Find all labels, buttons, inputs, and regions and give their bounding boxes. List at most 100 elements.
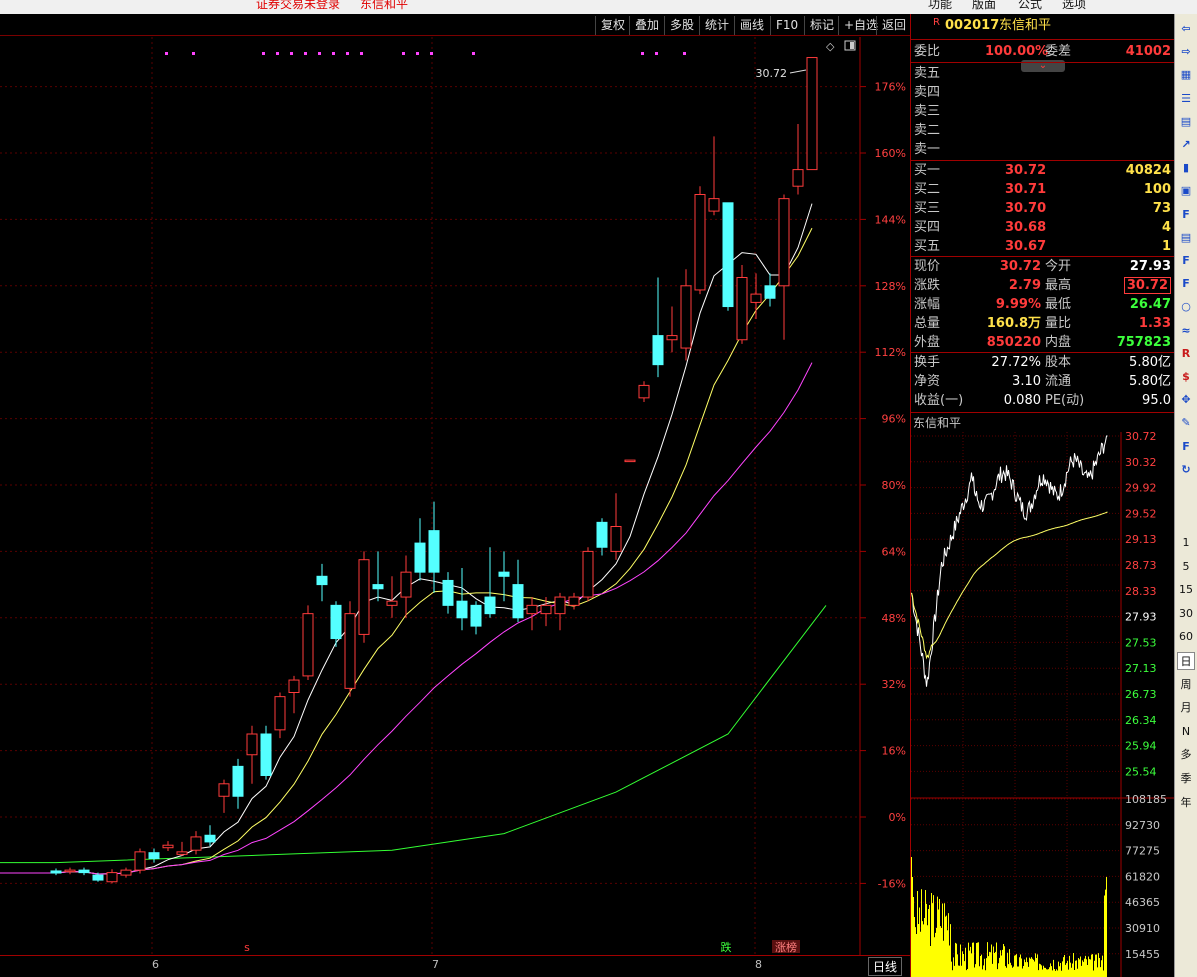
price-tick: 27.53 xyxy=(1125,636,1157,649)
trend-icon[interactable]: ↗ xyxy=(1177,136,1195,154)
stat-value: 757823 xyxy=(1116,335,1171,350)
overlay-button[interactable]: 叠加 xyxy=(629,16,664,35)
max-price-pointer xyxy=(789,69,807,74)
pen-icon[interactable]: ✎ xyxy=(1177,414,1195,432)
y-tick-label: 128% xyxy=(875,280,906,293)
signal-dot xyxy=(360,52,363,55)
sell-label: 卖二 xyxy=(914,123,941,138)
back-icon[interactable]: ⇦ xyxy=(1177,20,1195,38)
pct-axis: 176% 160% 144% 128% 112% 96% 80% 64% 48% 32% 16% 0%… xyxy=(875,81,906,891)
fuquan-button[interactable]: 复权 xyxy=(595,16,630,35)
stat-label: 内盘 xyxy=(1045,335,1072,350)
stat-row: 涨幅 9.99% 最低 26.47 xyxy=(911,295,1175,314)
candle-body-up xyxy=(400,571,412,598)
menu-formula[interactable]: 公式 xyxy=(1018,0,1042,12)
candle-body-up xyxy=(134,851,146,871)
sell-row: 卖二 xyxy=(911,121,1175,140)
fund-value: 5.80亿 xyxy=(1129,355,1171,370)
fund-row: 净资 3.10 流通 5.80亿 xyxy=(911,372,1175,391)
f6-icon[interactable]: F xyxy=(1177,275,1195,293)
f10-icon[interactable]: F xyxy=(1177,206,1195,224)
candle-body-up xyxy=(526,604,538,615)
forward-icon[interactable]: ⇨ xyxy=(1177,43,1195,61)
menu-options[interactable]: 选项 xyxy=(1062,0,1086,12)
intraday-avg-line xyxy=(911,511,1108,660)
period-11[interactable]: 季 xyxy=(1177,770,1195,788)
candle-body-up xyxy=(274,696,286,731)
buy-row: 买四 30.68 4 xyxy=(911,218,1175,237)
fund-row: 收益(一) 0.080 PE(动) 95.0 xyxy=(911,391,1175,410)
ma60-line xyxy=(0,605,827,864)
candlesticks xyxy=(50,57,818,884)
candle-body-up xyxy=(246,733,258,756)
period-10[interactable]: 多 xyxy=(1177,746,1195,764)
side-toolbar: ⇦ ⇨ ▦ ☰ ▤ ↗ ▮ ▣ F ▤ F F ○ ≈ R $ ✥ ✎ F ↻ 1 5 15 30 60 日周月 N 多季年 xyxy=(1174,14,1197,977)
note-icon[interactable]: ▤ xyxy=(1177,229,1195,247)
move-icon[interactable]: ✥ xyxy=(1177,391,1195,409)
candle-body-down xyxy=(260,733,272,776)
f10-button[interactable]: F10 xyxy=(770,16,803,35)
list-icon[interactable]: ☰ xyxy=(1177,90,1195,108)
candle-body-up xyxy=(806,57,818,171)
volume-tick: 108185 xyxy=(1125,793,1167,806)
statistics-button[interactable]: 统计 xyxy=(699,16,734,35)
sell-row: 卖五 xyxy=(911,64,1175,83)
stock-code: 002017 xyxy=(945,18,1000,33)
intraday-chart[interactable]: 30.72 30.32 29.92 29.52 29.13 28.73 28.33 27.93… xyxy=(911,432,1175,977)
candle-body-up xyxy=(680,285,692,349)
signal-dot xyxy=(430,52,433,55)
x-tick-aug: 8 xyxy=(755,958,762,971)
y-tick-label: 144% xyxy=(875,213,906,226)
volume-tick: 46365 xyxy=(1125,896,1160,909)
multi-stock-button[interactable]: 多股 xyxy=(664,16,699,35)
draw-line-button[interactable]: 画线 xyxy=(734,16,769,35)
x-tick-july: 7 xyxy=(432,958,439,971)
buy-price: 30.71 xyxy=(1005,182,1047,197)
signal-dot xyxy=(276,52,279,55)
period-3[interactable]: 15 xyxy=(1177,581,1195,599)
period-8[interactable]: 月 xyxy=(1177,699,1195,717)
f2-icon[interactable]: F xyxy=(1177,252,1195,270)
x-tick-june: 6 xyxy=(152,958,159,971)
f5-icon[interactable]: F xyxy=(1177,438,1195,456)
grid-icon[interactable]: ▦ xyxy=(1177,66,1195,84)
table-icon[interactable]: ▤ xyxy=(1177,113,1195,131)
period-4[interactable]: 30 xyxy=(1177,605,1195,623)
period-2[interactable]: 5 xyxy=(1177,558,1195,576)
period-9[interactable]: N xyxy=(1177,723,1195,741)
kline-chart[interactable]: 176% 160% 144% 128% 112% 96% 80% 64% 48% 32% 16% 0%… xyxy=(0,37,910,955)
menu-function[interactable]: 功能 xyxy=(928,0,952,12)
menu-layout[interactable]: 版面 xyxy=(972,0,996,12)
period-12[interactable]: 年 xyxy=(1177,794,1195,812)
news-icon[interactable]: ▣ xyxy=(1177,182,1195,200)
stat-value: 26.47 xyxy=(1129,297,1171,312)
period-7[interactable]: 周 xyxy=(1177,676,1195,694)
fund-value: 27.72% xyxy=(991,355,1041,370)
price-tick: 30.72 xyxy=(1125,432,1157,443)
kline-icon[interactable]: ▮ xyxy=(1177,159,1195,177)
back-button[interactable]: 返回 xyxy=(876,16,911,35)
period-6[interactable]: 日 xyxy=(1177,652,1195,670)
refresh-icon[interactable]: ↻ xyxy=(1177,461,1195,479)
candle-body-down xyxy=(316,575,328,586)
candle-body-up xyxy=(540,604,552,615)
candle-body-down xyxy=(596,521,608,548)
period-5[interactable]: 60 xyxy=(1177,628,1195,646)
circle-icon[interactable]: ○ xyxy=(1177,298,1195,316)
mark-button[interactable]: 标记 xyxy=(804,16,839,35)
candle-body-down xyxy=(428,530,440,573)
period-1[interactable]: 1 xyxy=(1177,534,1195,552)
macd-icon[interactable]: ≈ xyxy=(1177,322,1195,340)
money-icon[interactable]: $ xyxy=(1177,368,1195,386)
candle-body-up xyxy=(190,836,202,851)
buy-label: 买四 xyxy=(914,220,941,235)
price-tick: 26.34 xyxy=(1125,714,1157,727)
rsi-icon[interactable]: R xyxy=(1177,345,1195,363)
candle-body-down xyxy=(512,584,524,619)
candle-body-up xyxy=(120,869,132,876)
period-label[interactable]: 日线 xyxy=(867,957,902,976)
y-tick-label: 64% xyxy=(882,545,906,558)
stat-value: 9.99% xyxy=(995,297,1041,312)
fund-label: 流通 xyxy=(1045,374,1072,389)
price-tick: 28.73 xyxy=(1125,559,1157,572)
